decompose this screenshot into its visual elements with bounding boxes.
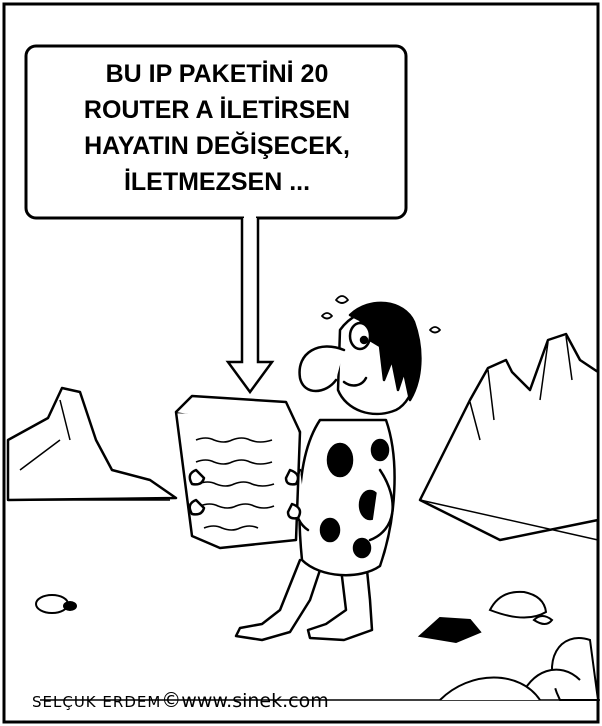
speech-bubble-text: BU IP PAKETİNİ 20 ROUTER A İLETİRSEN HAY… xyxy=(30,56,404,200)
speech-line-2: ROUTER A İLETİRSEN xyxy=(83,96,351,124)
site-url: www.sinek.com xyxy=(181,690,329,712)
stone-tablet xyxy=(174,394,302,550)
speech-line-1: BU IP PAKETİNİ 20 xyxy=(105,60,329,88)
artist-name: SELÇUK ERDEM xyxy=(32,693,162,711)
artist-signature: SELÇUK ERDEM©www.sinek.com xyxy=(32,688,329,712)
speech-line-4: İLETMEZSEN ... xyxy=(123,168,311,196)
copyright-symbol: © xyxy=(161,688,182,712)
comic-panel: BU IP PAKETİNİ 20 ROUTER A İLETİRSEN HAY… xyxy=(0,0,602,726)
speech-line-3: HAYATIN DEĞİŞECEK, xyxy=(84,132,350,160)
